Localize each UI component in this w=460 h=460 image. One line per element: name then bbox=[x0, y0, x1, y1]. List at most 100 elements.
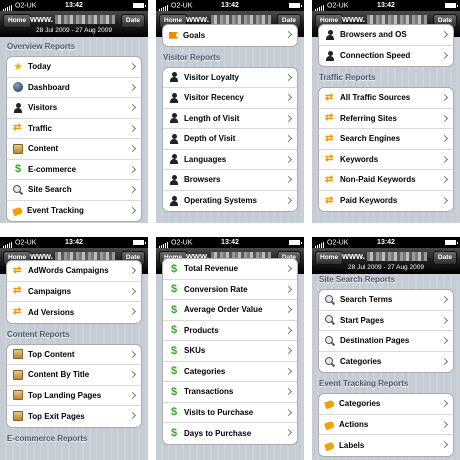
report-list[interactable]: Overview Reports ★ Today Dashboard Visitors ⇄… bbox=[0, 38, 148, 223]
battery-icon bbox=[133, 3, 146, 8]
report-list[interactable]: Browsers and OS Connection Speed Traffic R… bbox=[312, 24, 460, 214]
report-item-dashboard[interactable]: Dashboard bbox=[7, 78, 141, 98]
report-item-depth-of-visit[interactable]: Depth of Visit bbox=[163, 129, 297, 150]
person-icon bbox=[169, 154, 179, 165]
report-item-non-paid-keywords[interactable]: ⇄ Non-Paid Keywords bbox=[319, 170, 453, 191]
status-bar: O2-UK 13:42 bbox=[312, 237, 460, 248]
report-item-transactions[interactable]: $ Transactions bbox=[163, 382, 297, 403]
arrows-icon: ⇄ bbox=[13, 264, 22, 276]
person-icon bbox=[325, 29, 335, 40]
report-item-conversion-rate[interactable]: $ Conversion Rate bbox=[163, 280, 297, 300]
document-icon bbox=[13, 369, 23, 380]
chevron-right-icon bbox=[128, 307, 137, 316]
person-icon bbox=[169, 72, 179, 83]
report-item-categories[interactable]: Categories bbox=[319, 394, 453, 415]
report-item-e-commerce[interactable]: $ E-commerce bbox=[7, 160, 141, 180]
site-title-text: www. bbox=[342, 251, 366, 261]
report-item-today[interactable]: ★ Today bbox=[7, 57, 141, 78]
report-item-content-by-title[interactable]: Content By Title bbox=[7, 365, 141, 386]
report-item-browsers[interactable]: Browsers bbox=[163, 170, 297, 191]
home-button[interactable]: Home bbox=[315, 251, 344, 265]
report-item-languages[interactable]: Languages bbox=[163, 150, 297, 170]
report-item-browsers-and-os[interactable]: Browsers and OS bbox=[319, 25, 453, 46]
report-item-days-to-purchase[interactable]: $ Days to Purchase bbox=[163, 423, 297, 444]
chevron-right-icon bbox=[440, 93, 449, 102]
report-item-actions[interactable]: Actions bbox=[319, 415, 453, 435]
report-item-top-content[interactable]: Top Content bbox=[7, 345, 141, 365]
report-group: Categories Actions Labels bbox=[318, 393, 454, 457]
report-item-label: Total Revenue bbox=[184, 264, 239, 274]
report-item-adwords-campaigns[interactable]: ⇄ AdWords Campaigns bbox=[7, 261, 141, 282]
report-item-destination-pages[interactable]: Destination Pages bbox=[319, 331, 453, 352]
report-item-all-traffic-sources[interactable]: ⇄ All Traffic Sources bbox=[319, 88, 453, 109]
section-title-content-reports: Content Reports bbox=[7, 329, 70, 339]
chevron-right-icon bbox=[284, 305, 293, 314]
report-item-products[interactable]: $ Products bbox=[163, 321, 297, 341]
report-item-total-revenue[interactable]: $ Total Revenue bbox=[163, 259, 297, 280]
report-item-label: Content bbox=[28, 144, 59, 154]
report-item-skus[interactable]: $ SKUs bbox=[163, 341, 297, 362]
report-item-categories[interactable]: $ Categories bbox=[163, 362, 297, 382]
report-item-visits-to-purchase[interactable]: $ Visits to Purchase bbox=[163, 403, 297, 423]
report-item-average-order-value[interactable]: $ Average Order Value bbox=[163, 300, 297, 321]
phone-screen: O2-UK13:42Homewww.Date28 Jul 2009 - 27 A… bbox=[0, 0, 148, 223]
date-button[interactable]: Date bbox=[432, 251, 457, 265]
report-item-label: Event Tracking bbox=[27, 206, 84, 216]
report-item-referring-sites[interactable]: ⇄ Referring Sites bbox=[319, 109, 453, 129]
arrows-icon: ⇄ bbox=[325, 153, 334, 165]
report-item-label: Search Engines bbox=[340, 134, 401, 144]
date-button[interactable]: Date bbox=[120, 14, 145, 28]
status-bar: O2-UK 13:42 bbox=[312, 0, 460, 11]
report-list[interactable]: $ Total Revenue $ Conversion Rate $ Average O… bbox=[156, 258, 304, 447]
person-icon bbox=[169, 92, 179, 103]
report-item-visitor-recency[interactable]: Visitor Recency bbox=[163, 88, 297, 109]
phone-screen: O2-UK13:42Homewww.Date28 Jul 2009 - 27 A… bbox=[312, 0, 460, 223]
report-item-traffic[interactable]: ⇄ Traffic bbox=[7, 119, 141, 139]
report-item-visitors[interactable]: Visitors bbox=[7, 98, 141, 119]
home-button[interactable]: Home bbox=[3, 14, 32, 28]
chevron-right-icon bbox=[284, 285, 293, 293]
dollar-icon: $ bbox=[170, 406, 178, 419]
report-item-length-of-visit[interactable]: Length of Visit bbox=[163, 109, 297, 129]
arrows-icon: ⇄ bbox=[13, 122, 22, 134]
report-item-goals[interactable]: Goals bbox=[163, 25, 297, 46]
report-list[interactable]: Site Search Reports Search Terms Start Pag… bbox=[312, 271, 460, 459]
chevron-right-icon bbox=[284, 175, 293, 184]
report-item-connection-speed[interactable]: Connection Speed bbox=[319, 46, 453, 67]
report-item-top-exit-pages[interactable]: Top Exit Pages bbox=[7, 406, 141, 427]
report-list[interactable]: Goals Visitor Reports Visitor Loyalty Visit… bbox=[156, 24, 304, 214]
report-item-visitor-loyalty[interactable]: Visitor Loyalty bbox=[163, 68, 297, 88]
report-item-search-terms[interactable]: Search Terms bbox=[319, 290, 453, 311]
report-list[interactable]: ⇄ AdWords Campaigns ⇄ Campaigns ⇄ Ad Versions… bbox=[0, 260, 148, 448]
report-item-campaigns[interactable]: ⇄ Campaigns bbox=[7, 282, 141, 302]
navigation-bar: Homewww. Date 28 Jul 2009 - 27 Aug 2009 bbox=[0, 11, 148, 37]
chevron-right-icon bbox=[440, 336, 449, 345]
report-item-label: Connection Speed bbox=[340, 51, 411, 61]
report-item-operating-systems[interactable]: Operating Systems bbox=[163, 191, 297, 212]
report-item-label: Visitors bbox=[28, 103, 58, 113]
report-item-event-tracking[interactable]: Event Tracking bbox=[7, 201, 141, 222]
report-item-top-landing-pages[interactable]: Top Landing Pages bbox=[7, 386, 141, 406]
chevron-right-icon bbox=[440, 51, 449, 59]
search-icon bbox=[325, 356, 335, 367]
report-item-search-engines[interactable]: ⇄ Search Engines bbox=[319, 129, 453, 150]
search-icon bbox=[13, 184, 23, 195]
document-icon bbox=[13, 143, 23, 154]
report-item-content[interactable]: Content bbox=[7, 139, 141, 160]
chevron-right-icon bbox=[284, 367, 293, 375]
report-item-label: Visits to Purchase bbox=[184, 407, 254, 417]
report-item-ad-versions[interactable]: ⇄ Ad Versions bbox=[7, 302, 141, 323]
report-item-categories[interactable]: Categories bbox=[319, 352, 453, 373]
site-title-text: www. bbox=[30, 14, 54, 24]
person-icon bbox=[169, 113, 179, 124]
report-item-keywords[interactable]: ⇄ Keywords bbox=[319, 150, 453, 170]
status-bar: O2-UK 13:42 bbox=[0, 237, 148, 248]
search-icon bbox=[325, 294, 335, 305]
report-item-labels[interactable]: Labels bbox=[319, 435, 453, 456]
chevron-right-icon bbox=[440, 196, 449, 204]
chevron-right-icon bbox=[128, 391, 137, 399]
report-item-paid-keywords[interactable]: ⇄ Paid Keywords bbox=[319, 191, 453, 212]
report-item-label: Conversion Rate bbox=[184, 284, 248, 294]
report-item-site-search[interactable]: Site Search bbox=[7, 180, 141, 201]
report-item-start-pages[interactable]: Start Pages bbox=[319, 311, 453, 331]
